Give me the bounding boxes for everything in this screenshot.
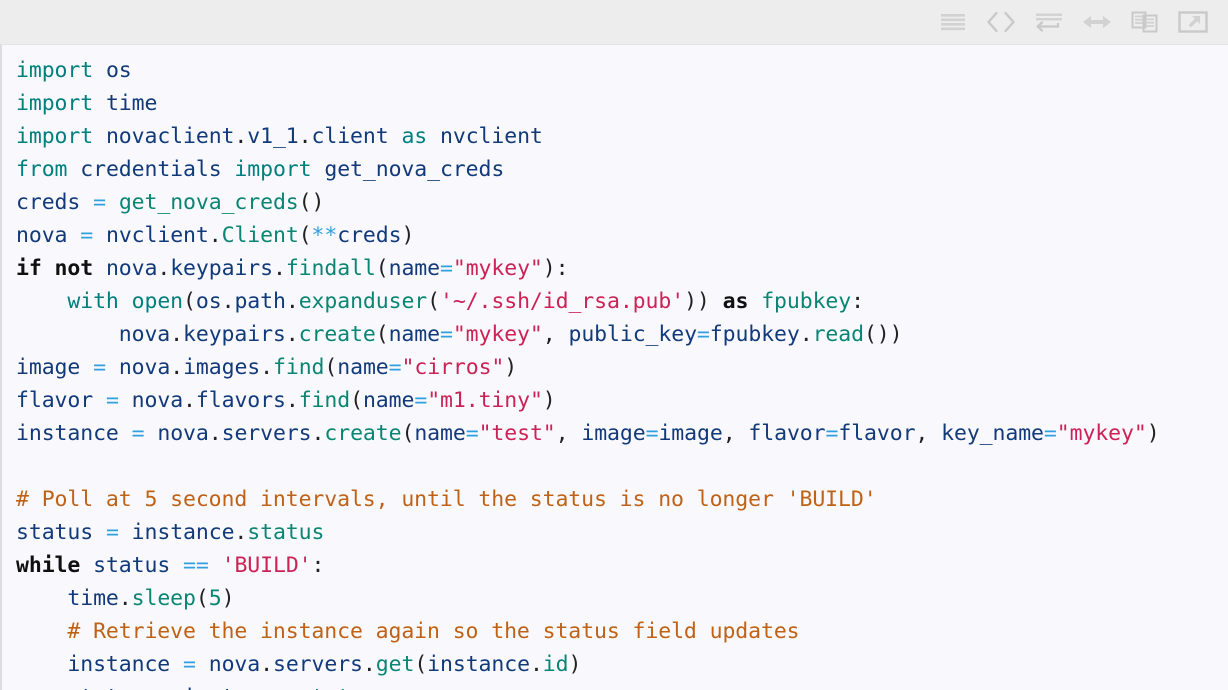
list-lines-icon-button[interactable] — [932, 7, 974, 37]
word-wrap-icon-button[interactable] — [1028, 7, 1070, 37]
copy-panes-icon — [1131, 11, 1159, 33]
code-brackets-icon — [986, 11, 1016, 33]
list-lines-icon — [940, 12, 966, 32]
python-code-block[interactable]: import os import time import novaclient.… — [16, 54, 1228, 690]
code-pane[interactable]: import os import time import novaclient.… — [0, 45, 1228, 690]
code-brackets-icon-button[interactable] — [980, 7, 1022, 37]
open-external-icon — [1178, 11, 1208, 33]
editor-toolbar — [0, 0, 1228, 45]
open-external-icon-button[interactable] — [1172, 7, 1214, 37]
arrows-horizontal-icon — [1082, 12, 1112, 32]
copy-panes-icon-button[interactable] — [1124, 7, 1166, 37]
code-snippet-viewer: import os import time import novaclient.… — [0, 0, 1228, 690]
word-wrap-icon — [1035, 12, 1063, 32]
arrows-horizontal-icon-button[interactable] — [1076, 7, 1118, 37]
